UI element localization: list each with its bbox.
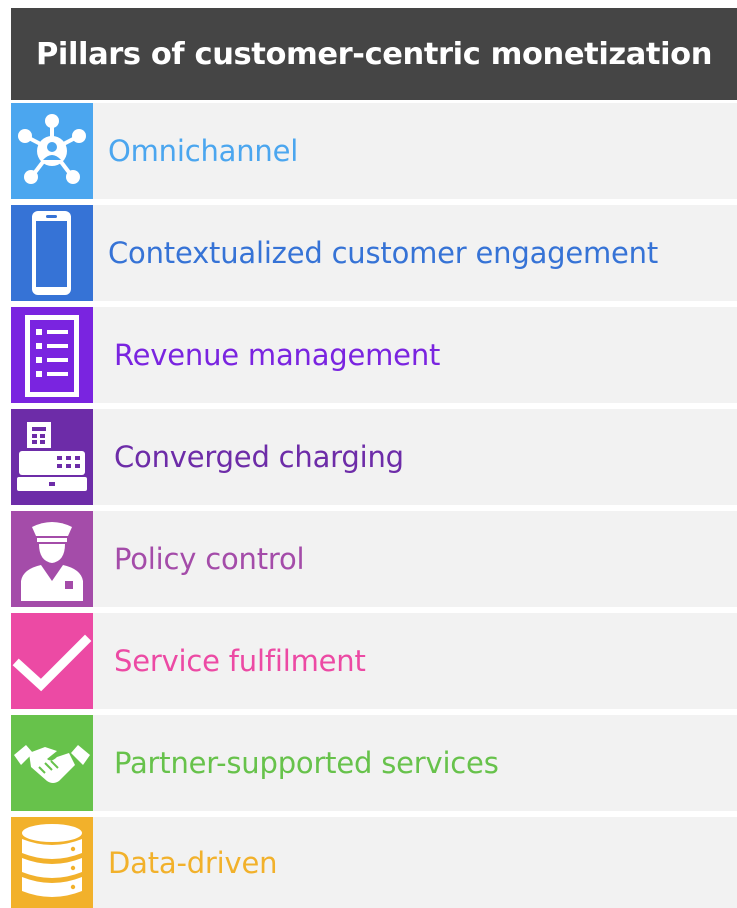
smartphone-icon (11, 205, 93, 301)
pillar-data-icon-box (11, 817, 93, 908)
pillar-revenue-icon-box (11, 307, 93, 403)
checklist-icon (11, 307, 93, 403)
checkmark-icon (11, 613, 93, 709)
pillar-partner-icon-box (11, 715, 93, 811)
cash-register-icon (11, 409, 93, 505)
police-officer-icon (11, 511, 93, 607)
pillar-label: Contextualized customer engagement (108, 236, 659, 270)
title-banner: Pillars of customer-centric monetization (11, 8, 737, 100)
pillar-label: Policy control (114, 542, 305, 576)
pillar-label: Partner-supported services (114, 746, 499, 780)
database-icon (11, 817, 93, 908)
pillar-partner-services: Partner-supported services (11, 715, 737, 811)
handshake-icon (11, 715, 93, 811)
pillar-policy-control: Policy control (11, 511, 737, 607)
pillar-contextualized-engagement: Contextualized customer engagement (11, 205, 737, 301)
pillar-omnichannel-icon-box (11, 103, 93, 199)
pillar-label: Data-driven (108, 845, 278, 880)
pillar-label: Service fulfilment (114, 644, 366, 678)
pillar-fulfilment-icon-box (11, 613, 93, 709)
pillar-data-driven: Data-driven (11, 817, 737, 908)
pillar-revenue-management: Revenue management (11, 307, 737, 403)
pillar-charging-icon-box (11, 409, 93, 505)
pillar-label: Converged charging (114, 440, 404, 474)
pillar-omnichannel: Omnichannel (11, 103, 737, 199)
pillar-label: Omnichannel (108, 134, 299, 168)
pillar-label: Revenue management (114, 338, 441, 372)
pillar-service-fulfilment: Service fulfilment (11, 613, 737, 709)
pillar-converged-charging: Converged charging (11, 409, 737, 505)
pillar-engagement-icon-box (11, 205, 93, 301)
page-title: Pillars of customer-centric monetization (35, 36, 713, 72)
pillar-policy-icon-box (11, 511, 93, 607)
network-hub-icon (11, 103, 93, 199)
